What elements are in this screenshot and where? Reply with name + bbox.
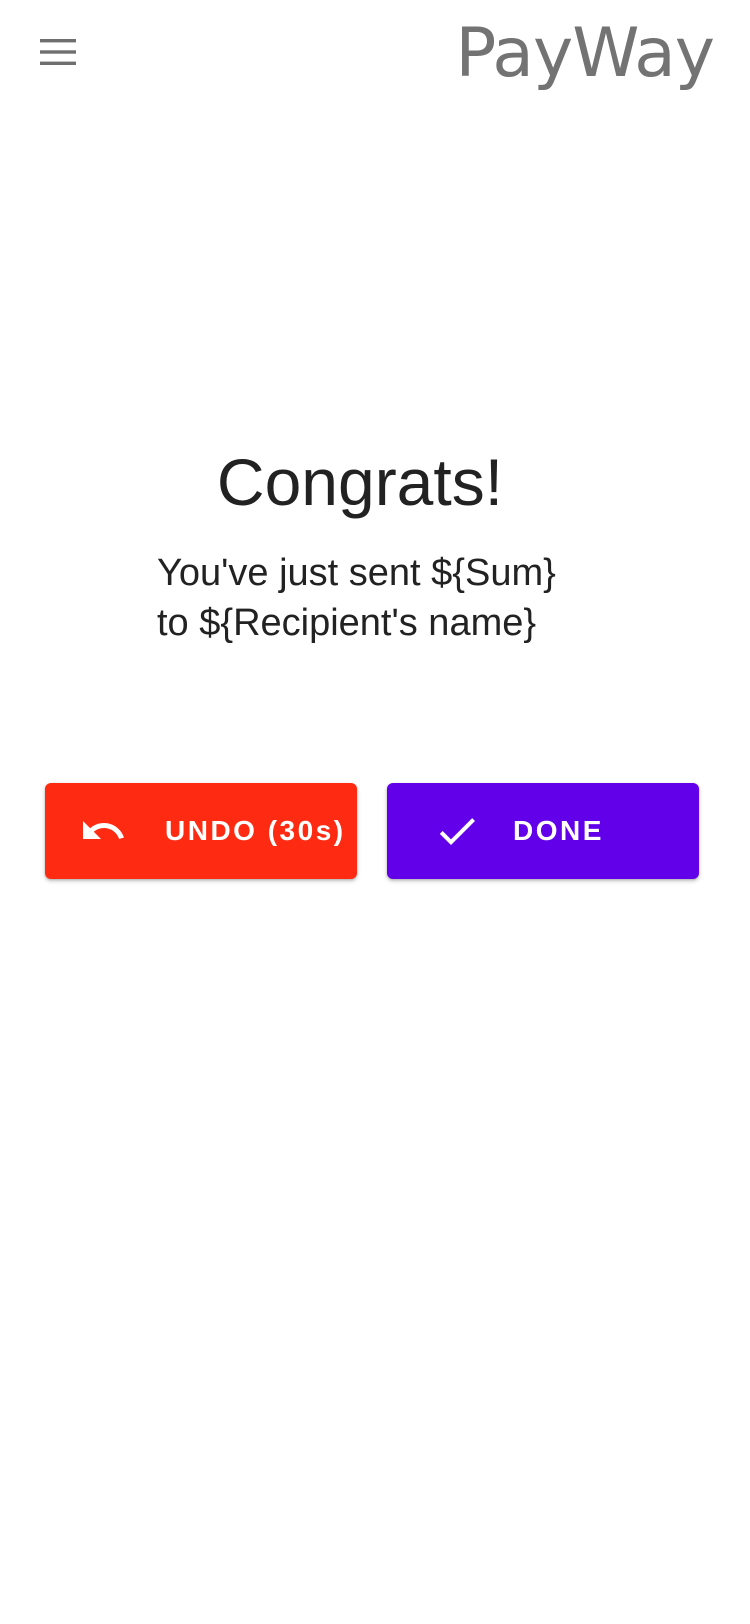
done-button-label: DONE — [513, 815, 604, 846]
menu-button[interactable] — [30, 24, 86, 80]
undo-button[interactable]: UNDO (30s) — [45, 783, 357, 879]
undo-arrow-icon — [79, 807, 127, 855]
done-button[interactable]: DONE — [387, 783, 699, 879]
app-bar: PayWay — [0, 0, 750, 110]
congrats-headline: Congrats! — [216, 445, 504, 520]
app-title: PayWay — [455, 14, 715, 93]
transfer-message: You've just sent ${Sum} to ${Recipient's… — [157, 548, 637, 648]
transfer-message-line-1: You've just sent ${Sum} — [157, 552, 556, 594]
undo-button-label: UNDO (30s) — [165, 815, 346, 846]
checkmark-icon — [433, 807, 481, 855]
transfer-message-line-2: to ${Recipient's name} — [157, 602, 537, 644]
hamburger-menu-icon — [40, 39, 76, 65]
